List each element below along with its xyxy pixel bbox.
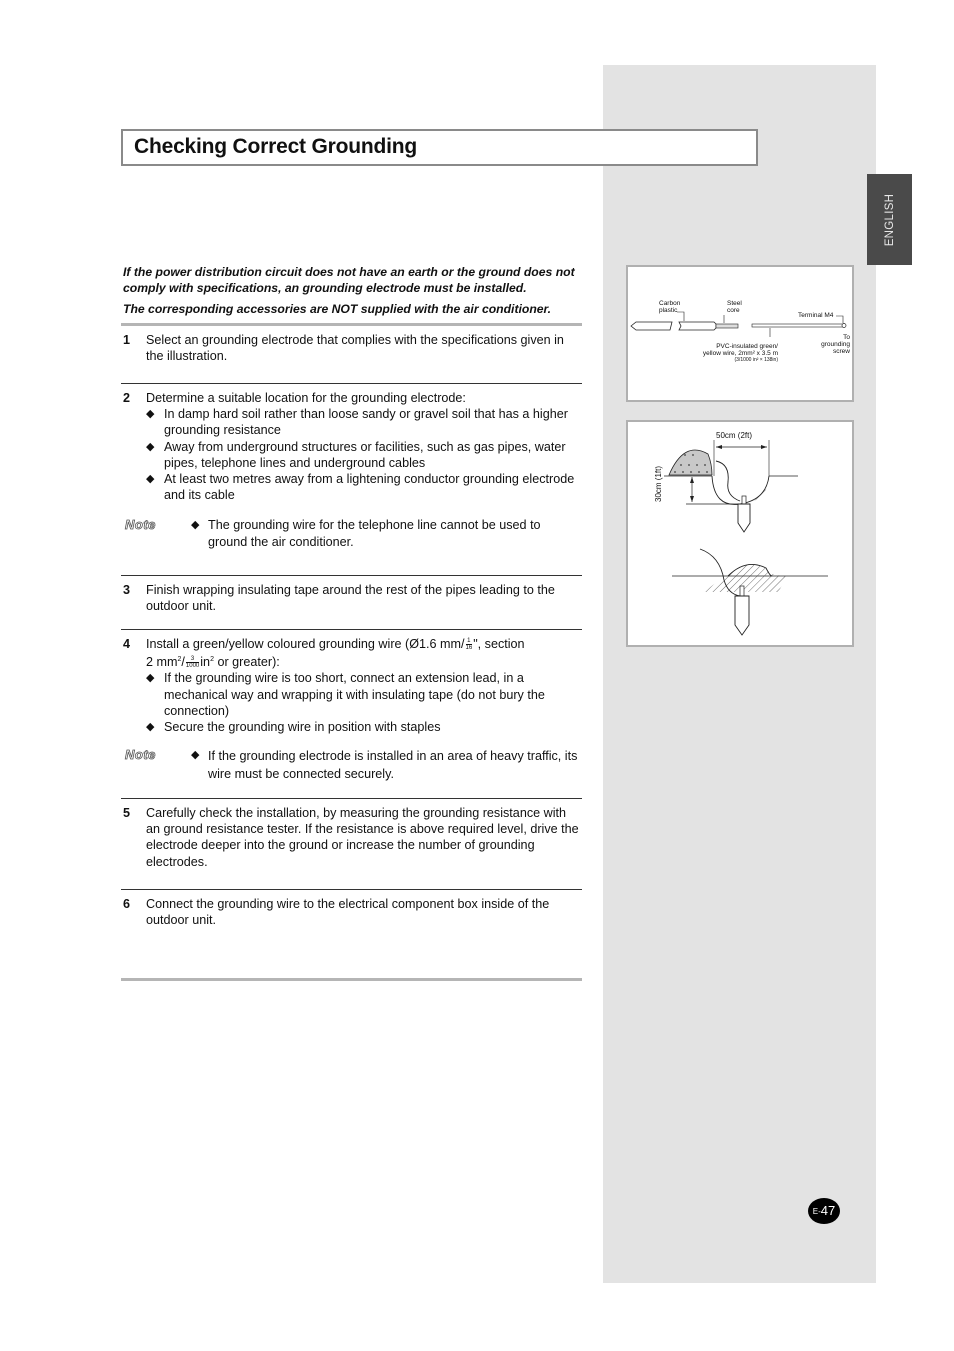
diamond-bullet-icon: ◆ xyxy=(191,749,200,762)
page-title: Checking Correct Grounding xyxy=(134,135,417,158)
divider xyxy=(121,575,582,576)
step-number: 1 xyxy=(123,333,131,347)
divider xyxy=(121,798,582,799)
language-tab[interactable]: ENGLISH xyxy=(867,174,912,265)
diamond-bullet-icon: ◆ xyxy=(146,408,155,421)
label-carbon-plastic: Carbon plastic xyxy=(659,300,681,314)
step-text: Finish wrapping insulating tape around t… xyxy=(146,583,555,614)
step-number: 4 xyxy=(123,637,131,651)
electrode-figure: Carbon plastic Steel core Terminal M4 PV… xyxy=(626,265,854,402)
fraction: 1 16 xyxy=(465,638,473,652)
intro-warning: If the power distribution circuit does n… xyxy=(123,264,583,317)
step-text: Carefully check the installation, by mea… xyxy=(146,806,579,869)
fraction: 3 1000 xyxy=(185,656,200,670)
step-number: 3 xyxy=(123,583,131,597)
diamond-bullet-icon: ◆ xyxy=(146,672,155,685)
intro-line-2: The corresponding accessories are NOT su… xyxy=(123,302,552,316)
note-text: If the grounding electrode is installed … xyxy=(208,749,578,782)
label-terminal: Terminal M4 xyxy=(798,312,834,319)
label-width-50cm: 50cm (2ft) xyxy=(716,431,753,440)
diamond-bullet-icon: ◆ xyxy=(146,440,155,453)
label-to-grounding-screw: To grounding screw xyxy=(821,334,850,355)
step-number: 2 xyxy=(123,391,131,405)
divider xyxy=(121,629,582,630)
step-3: 3 Finish wrapping insulating tape around… xyxy=(123,582,581,614)
title-box: Checking Correct Grounding xyxy=(121,129,758,166)
note: Note ◆ If the grounding electrode is ins… xyxy=(123,747,581,783)
language-tab-label: ENGLISH xyxy=(883,193,896,246)
step-6: 6 Connect the grounding wire to the elec… xyxy=(123,896,581,928)
label-depth-30cm: 30cm (1ft) xyxy=(654,465,663,502)
step-text: Select an grounding electrode that compl… xyxy=(146,333,564,364)
bullet-item: ◆ In damp hard soil rather than loose sa… xyxy=(146,407,568,438)
divider xyxy=(121,889,582,890)
note-label: Note xyxy=(125,747,156,763)
diamond-bullet-icon: ◆ xyxy=(146,721,155,734)
step-4: 4 Install a green/yellow coloured ground… xyxy=(123,636,581,783)
section-divider xyxy=(121,323,582,326)
page-number: 47 xyxy=(820,1203,836,1218)
installation-diagram xyxy=(664,440,828,636)
bullet-item: ◆ If the grounding wire is too short, co… xyxy=(146,671,545,718)
step-5: 5 Carefully check the installation, by m… xyxy=(123,805,581,870)
label-pvc-wire: PVC-insulated green/ yellow wire, 2mm² x… xyxy=(702,343,778,363)
section-end-divider xyxy=(121,978,582,981)
step-number: 5 xyxy=(123,806,131,820)
step-text: Connect the grounding wire to the electr… xyxy=(146,897,550,928)
diamond-bullet-icon: ◆ xyxy=(191,519,200,532)
step-1: 1 Select an grounding electrode that com… xyxy=(123,332,581,364)
bullet-item: ◆ At least two metres away from a lighte… xyxy=(146,472,575,503)
sidebar-panel xyxy=(603,65,876,1283)
bullet-item: ◆ Secure the grounding wire in position … xyxy=(146,720,441,735)
installation-figure: 50cm (2ft) 30cm (1ft) xyxy=(626,420,854,647)
step-text: Install a green/yellow coloured groundin… xyxy=(146,637,525,670)
step-number: 6 xyxy=(123,897,131,911)
diamond-bullet-icon: ◆ xyxy=(146,473,155,486)
page-number-prefix: E- xyxy=(812,1207,821,1216)
divider xyxy=(121,383,582,384)
bullet-item: ◆ Away from underground structures or fa… xyxy=(146,439,566,470)
intro-line-1: If the power distribution circuit does n… xyxy=(123,265,575,295)
page-number-badge: E-47 xyxy=(808,1198,840,1224)
note: Note ◆ The grounding wire for the teleph… xyxy=(123,517,581,549)
note-text: The grounding wire for the telephone lin… xyxy=(208,518,541,549)
note-label: Note xyxy=(125,517,156,533)
step-2: 2 Determine a suitable location for the … xyxy=(123,390,581,550)
step-text: Determine a suitable location for the gr… xyxy=(146,391,466,405)
label-steel-core: Steel core xyxy=(727,300,742,314)
